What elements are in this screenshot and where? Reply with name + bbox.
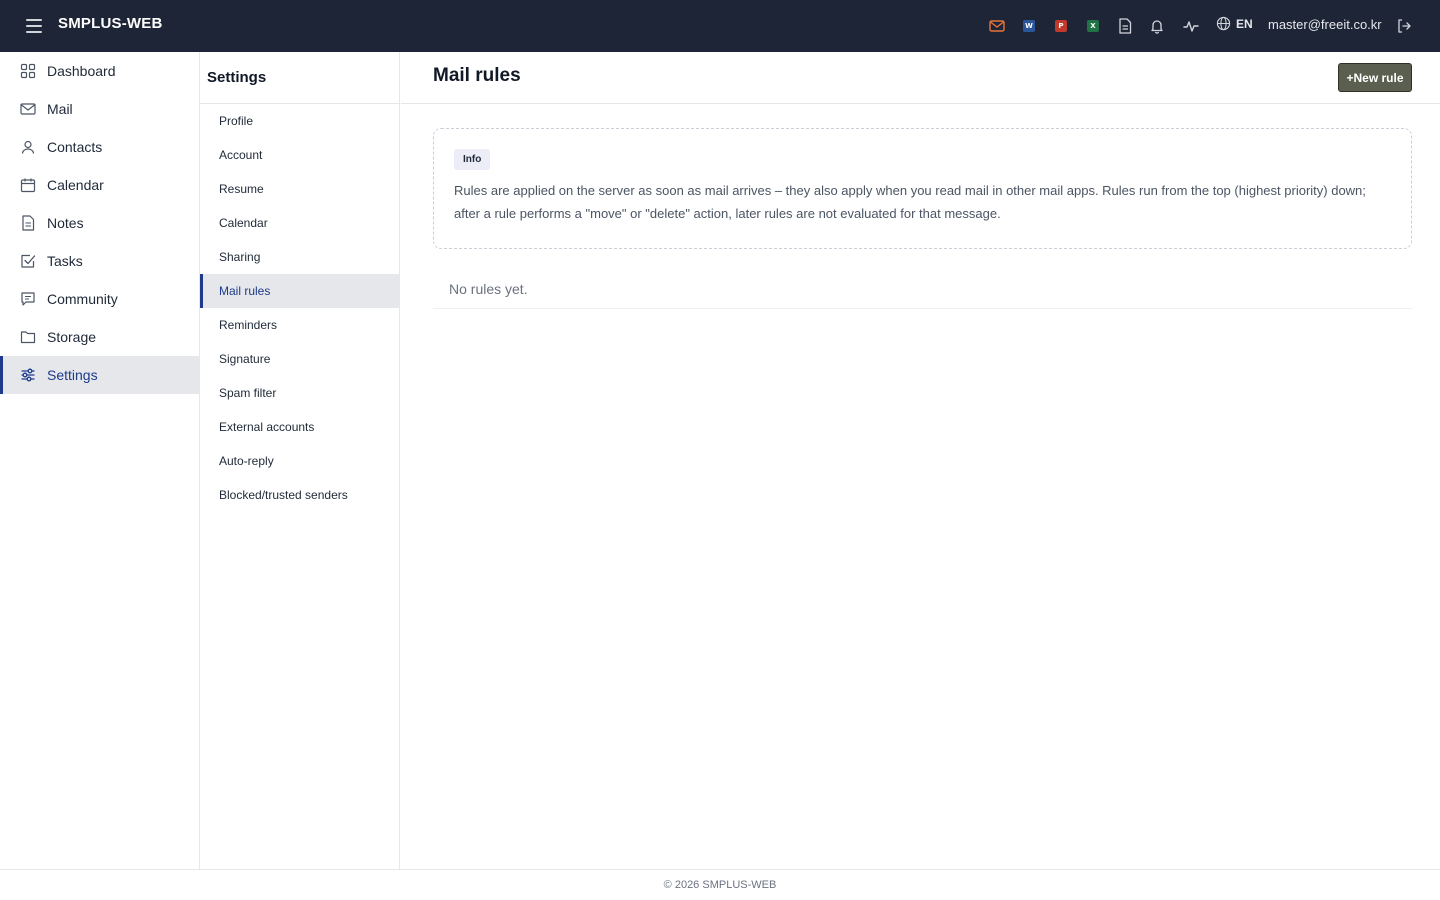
calendar-icon (20, 177, 36, 193)
sidebar-item-mail[interactable]: Mail (0, 90, 199, 128)
sidebar-item-label: Settings (47, 367, 98, 383)
sidebar-item-contacts[interactable]: Contacts (0, 128, 199, 166)
main-sidebar: Dashboard Mail Contacts Calendar Notes T… (0, 52, 200, 869)
page-title: Mail rules (433, 65, 521, 86)
footer: © 2026 SMPLUS-WEB (0, 869, 1440, 900)
menu-icon[interactable] (24, 16, 44, 36)
sidebar-item-tasks[interactable]: Tasks (0, 242, 199, 280)
new-rule-button[interactable]: +New rule (1338, 63, 1412, 92)
excel-icon[interactable]: X (1083, 16, 1103, 36)
settings-nav-mail-rules[interactable]: Mail rules (200, 274, 399, 308)
main-content: Mail rules +New rule Info Rules are appl… (401, 52, 1440, 869)
mail-icon[interactable] (987, 16, 1007, 36)
language-label: EN (1236, 16, 1253, 31)
settings-nav-blocked-trusted-senders[interactable]: Blocked/trusted senders (200, 478, 399, 512)
user-email[interactable]: master@freeit.co.kr (1268, 17, 1382, 32)
page-header: Mail rules +New rule (401, 52, 1440, 104)
folder-icon (20, 329, 36, 345)
document-icon[interactable] (1115, 16, 1135, 36)
person-icon (20, 139, 36, 155)
sidebar-item-calendar[interactable]: Calendar (0, 166, 199, 204)
settings-nav-external-accounts[interactable]: External accounts (200, 410, 399, 444)
note-icon (20, 215, 36, 231)
sidebar-item-label: Storage (47, 329, 97, 345)
settings-nav: Settings Profile Account Resume Calendar… (200, 52, 400, 869)
settings-nav-reminders[interactable]: Reminders (200, 308, 399, 342)
sidebar-item-label: Community (47, 291, 118, 307)
settings-nav-spam-filter[interactable]: Spam filter (200, 376, 399, 410)
globe-icon (1216, 16, 1231, 31)
settings-nav-auto-reply[interactable]: Auto-reply (200, 444, 399, 478)
bell-icon[interactable] (1147, 16, 1167, 36)
word-icon[interactable]: W (1019, 16, 1039, 36)
empty-rules-message: No rules yet. (433, 270, 1412, 309)
settings-nav-profile[interactable]: Profile (200, 104, 399, 138)
top-bar: SMPLUS-WEB W P X EN master@freeit.co.kr (0, 0, 1440, 52)
settings-nav-signature[interactable]: Signature (200, 342, 399, 376)
logout-icon[interactable] (1394, 16, 1414, 36)
language-selector[interactable]: EN (1216, 16, 1253, 31)
sidebar-item-storage[interactable]: Storage (0, 318, 199, 356)
task-check-icon (20, 253, 36, 269)
settings-nav-sharing[interactable]: Sharing (200, 240, 399, 274)
sidebar-item-label: Contacts (47, 139, 103, 155)
sidebar-item-label: Tasks (47, 253, 83, 269)
sidebar-item-label: Mail (47, 101, 73, 117)
sliders-icon (20, 367, 36, 383)
sidebar-item-label: Dashboard (47, 63, 116, 79)
info-text: Rules are applied on the server as soon … (454, 183, 1366, 221)
info-box: Info Rules are applied on the server as … (433, 128, 1412, 249)
sidebar-item-dashboard[interactable]: Dashboard (0, 52, 199, 90)
sidebar-item-settings[interactable]: Settings (0, 356, 199, 394)
envelope-icon (20, 101, 36, 117)
app-brand[interactable]: SMPLUS-WEB (58, 15, 163, 32)
sidebar-item-community[interactable]: Community (0, 280, 199, 318)
settings-nav-calendar[interactable]: Calendar (200, 206, 399, 240)
chat-icon (20, 291, 36, 307)
settings-nav-account[interactable]: Account (200, 138, 399, 172)
activity-icon[interactable] (1181, 16, 1201, 36)
sidebar-item-notes[interactable]: Notes (0, 204, 199, 242)
settings-nav-resume[interactable]: Resume (200, 172, 399, 206)
settings-nav-title: Settings (200, 52, 399, 104)
info-tag: Info (454, 149, 491, 170)
powerpoint-icon[interactable]: P (1051, 16, 1071, 36)
sidebar-item-label: Calendar (47, 177, 104, 193)
sidebar-item-label: Notes (47, 215, 84, 231)
grid-icon (20, 63, 36, 79)
